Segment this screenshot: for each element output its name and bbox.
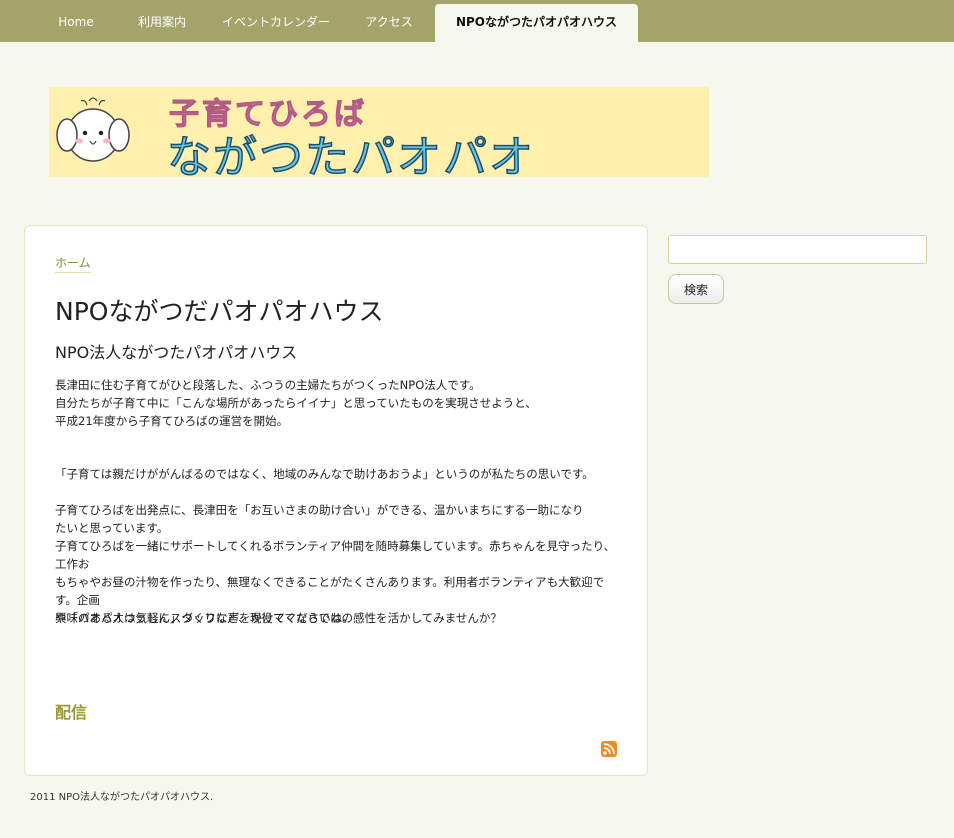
nav-tab-guide[interactable]: 利用案内 [126,4,198,42]
site-banner[interactable]: 子育てひろば ながつたパオパオ [49,87,709,177]
nav-tab-home[interactable]: Home [46,4,106,42]
nav-tab-access[interactable]: アクセス [354,4,424,42]
banner-title: ながつたパオパオ [166,131,535,177]
top-navigation: Home 利用案内 イベントカレンダー アクセス NPOながつたパオパオハウス [0,0,954,42]
rss-feed-icon[interactable] [601,741,617,757]
contact-paragraph: 興味のある人は気軽にスタッフに声をかけてくださいね。 [55,611,354,625]
elephant-logo-icon [56,97,130,162]
mission-paragraph: 「子育ては親だけががんばるのではなく、地域のみんなで助けあおうよ」というのが私た… [55,467,594,481]
page-title: NPOながつだパオパオハウス [55,297,384,326]
nav-tab-event-calendar[interactable]: イベントカレンダー [218,4,334,42]
nav-tab-npo[interactable]: NPOながつたパオパオハウス [435,4,638,42]
feed-heading: 配信 [55,703,88,722]
intro-paragraph: 長津田に住む子育てがひと段落した、ふつうの主婦たちがつくったNPO法人です。 自… [55,378,537,428]
search-input[interactable] [668,235,927,264]
search-button[interactable]: 検索 [668,274,724,304]
main-content: ホーム NPOながつだパオパオハウス NPO法人ながつたパオパオハウス 長津田に… [24,225,648,776]
page-subtitle: NPO法人ながつたパオパオハウス [55,343,298,362]
breadcrumb-home-link[interactable]: ホーム [55,254,91,273]
footer-copyright: 2011 NPO法人ながつたパオパオハウス. [30,792,214,803]
